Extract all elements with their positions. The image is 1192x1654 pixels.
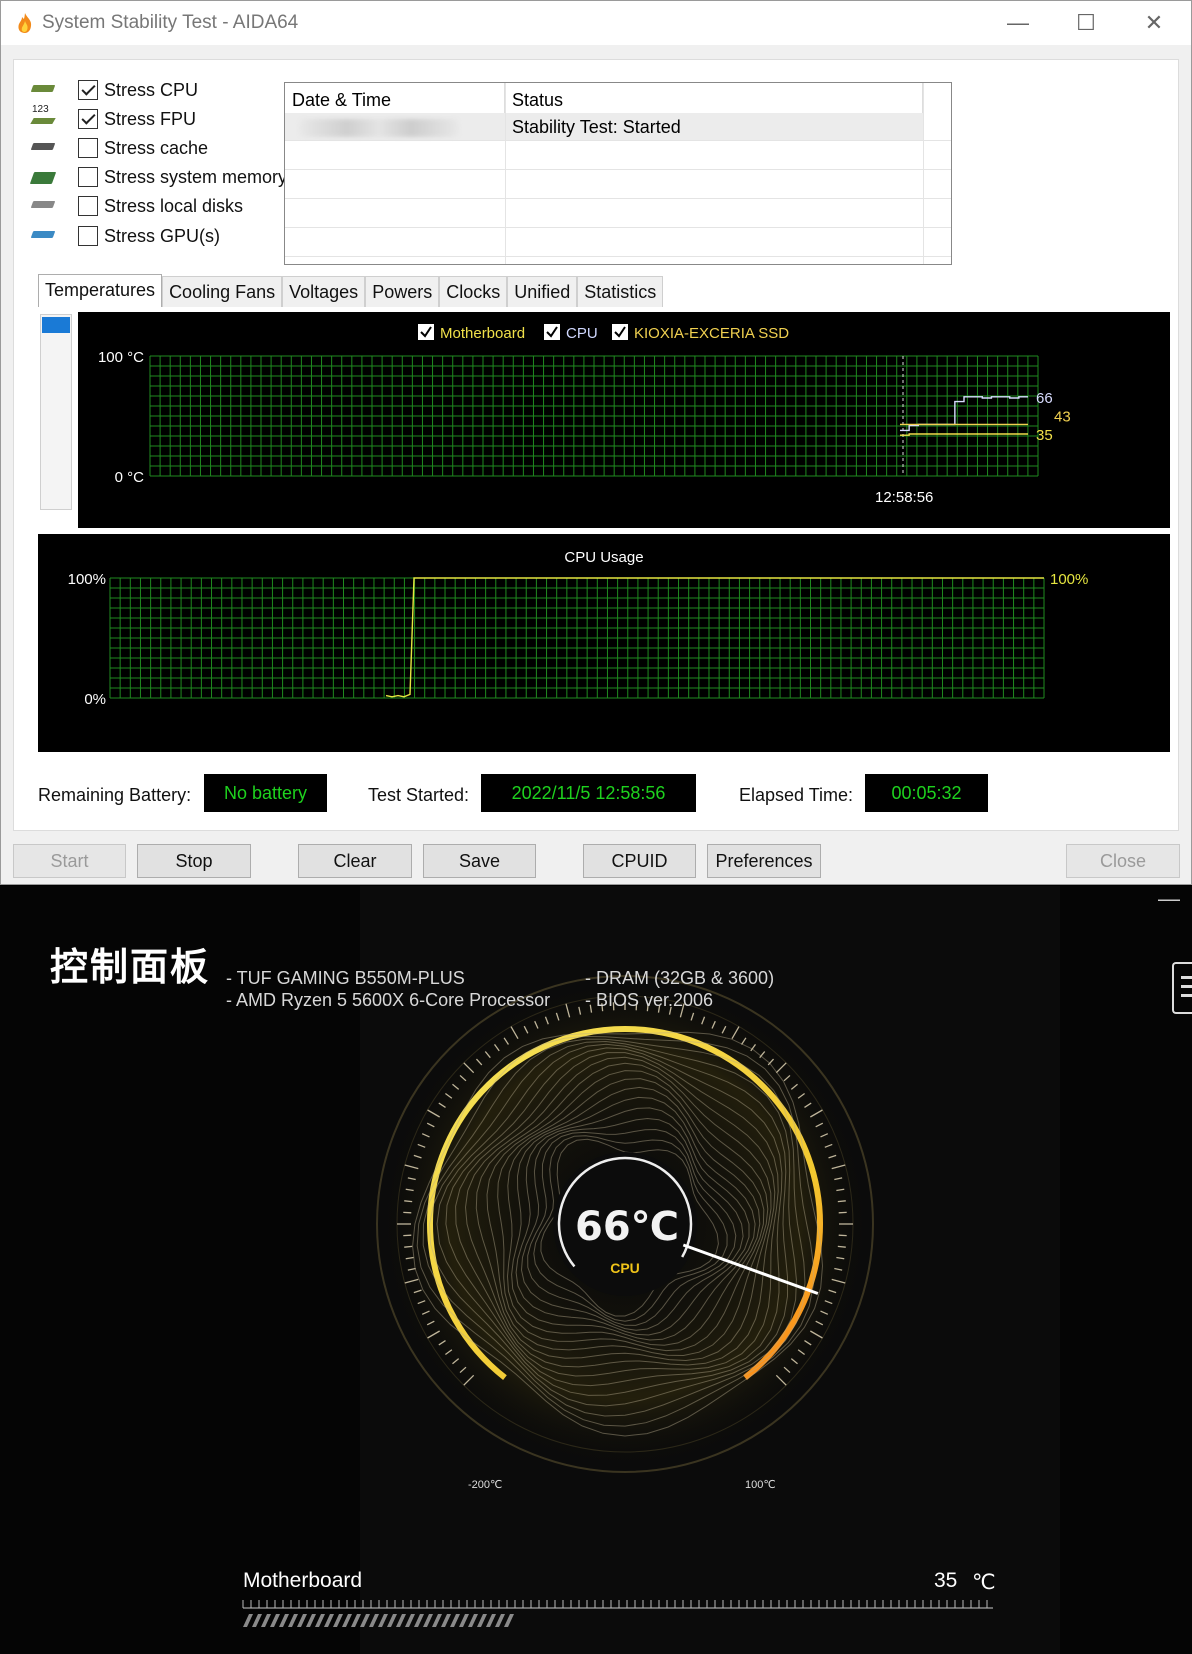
stress-option[interactable]: Stress local disks <box>30 194 243 218</box>
tab-temperatures[interactable]: Temperatures <box>38 274 163 307</box>
maximize-button[interactable]: ☐ <box>1063 7 1109 39</box>
cpu-temperature-value: 66℃ <box>575 1204 680 1250</box>
memory-module-icon <box>29 166 57 188</box>
minimize-panel-button[interactable]: — <box>1158 886 1180 912</box>
elapsed-time-label: Elapsed Time: <box>739 785 854 805</box>
title-bar[interactable]: System Stability Test - AIDA64 — ☐ ✕ <box>1 1 1191 45</box>
legend-checkbox[interactable] <box>544 324 560 340</box>
legend-checkbox[interactable] <box>612 324 628 340</box>
tab-statistics[interactable]: Statistics <box>577 276 664 307</box>
temperature-chart: 100 °C 0 °C 12:58:56 Motherboard CPU KIOXIA-E… <box>78 312 1170 528</box>
save-button[interactable]: Save <box>423 844 536 878</box>
motherboard-temp-value: 35 <box>934 1569 958 1592</box>
stress-option[interactable]: Stress cache <box>30 136 208 160</box>
column-header-status[interactable]: Status <box>505 83 923 113</box>
y-tick-label: 100% <box>68 571 106 588</box>
stress-option-label[interactable]: Stress GPU(s) <box>104 226 220 247</box>
series-line-cpu <box>900 396 1028 432</box>
chart-grid <box>109 577 1045 699</box>
test-started-label: Test Started: <box>368 785 470 805</box>
tab-voltages[interactable]: Voltages <box>282 276 366 307</box>
close-window-button[interactable]: ✕ <box>1131 7 1177 39</box>
stress-checkbox[interactable] <box>78 226 98 246</box>
stress-option-label[interactable]: Stress system memory <box>104 167 287 188</box>
stress-checkbox[interactable] <box>78 138 98 158</box>
cpu-usage-chart: CPU Usage 100% 0% 100% <box>38 534 1170 752</box>
disk-drive-icon <box>30 195 56 217</box>
clear-button[interactable]: Clear <box>298 844 412 878</box>
log-table[interactable]: Date & Time Status Stability Test: Start… <box>284 82 952 265</box>
spec-bios: - BIOS ver.2006 <box>585 990 714 1010</box>
start-button[interactable]: Start <box>13 844 126 878</box>
cpuid-button[interactable]: CPUID <box>583 844 696 878</box>
stress-option[interactable]: Stress CPU <box>30 78 198 102</box>
tab-unified[interactable]: Unified <box>507 276 578 307</box>
legend-item[interactable]: KIOXIA-EXCERIA SSD <box>634 325 789 342</box>
stress-option-label[interactable]: Stress FPU <box>104 109 196 130</box>
battery-label: Remaining Battery: <box>38 785 192 805</box>
gauge-max-label: 100℃ <box>745 1479 776 1491</box>
gauge-sensor-label: CPU <box>610 1260 640 1276</box>
spec-cpu: - AMD Ryzen 5 5600X 6-Core Processor <box>226 990 551 1010</box>
legend-item[interactable]: CPU <box>566 325 598 342</box>
legend-checkbox[interactable] <box>418 324 434 340</box>
aida64-window: System Stability Test - AIDA64 — ☐ ✕ Str… <box>0 0 1192 885</box>
stress-option[interactable]: Stress GPU(s) <box>30 224 220 248</box>
series-line-motherboard <box>900 433 1028 436</box>
stress-checkbox[interactable] <box>78 196 98 216</box>
tab-clocks[interactable]: Clocks <box>439 276 508 307</box>
window-title: System Stability Test - AIDA64 <box>42 12 299 33</box>
column-header-date[interactable]: Date & Time <box>285 83 505 113</box>
elapsed-time-value: 00:05:32 <box>865 774 988 812</box>
cpu-chip-icon <box>30 79 56 101</box>
gauge-min-label: -200℃ <box>468 1479 503 1491</box>
sensor-tabs: Temperatures Cooling Fans Voltages Powers Cl… <box>38 274 664 307</box>
stress-checkbox[interactable] <box>78 167 98 187</box>
gpu-card-icon <box>30 225 56 247</box>
spec-dram: - DRAM (32GB & 3600) <box>585 968 775 988</box>
y-tick-label: 0% <box>84 691 106 708</box>
close-button[interactable]: Close <box>1066 844 1180 878</box>
stress-checkbox[interactable] <box>78 109 98 129</box>
motherboard-temp-unit: ℃ <box>972 1571 996 1594</box>
motherboard-label: Motherboard <box>243 1569 363 1592</box>
fpu-123-glyph: 123 <box>32 104 49 115</box>
series-end-label: 43 <box>1054 408 1071 425</box>
stress-option[interactable]: 123 Stress FPU <box>30 104 196 131</box>
battery-value: No battery <box>204 774 327 812</box>
series-end-label: 35 <box>1036 427 1053 444</box>
scrollbar-thumb[interactable] <box>42 317 70 333</box>
tab-cooling-fans[interactable]: Cooling Fans <box>162 276 283 307</box>
series-end-label: 66 <box>1036 390 1053 407</box>
armoury-control-panel: 控制面板 - TUF GAMING B550M-PLUS - AMD Ryzen… <box>0 886 1192 1654</box>
test-started-value: 2022/11/5 12:58:56 <box>481 774 696 812</box>
preferences-button[interactable]: Preferences <box>707 844 821 878</box>
fpu-123-icon: 123 <box>30 104 56 130</box>
series-end-label: 100% <box>1050 571 1088 588</box>
stop-button[interactable]: Stop <box>137 844 251 878</box>
stress-checkbox[interactable] <box>78 80 98 100</box>
spec-motherboard: - TUF GAMING B550M-PLUS <box>226 968 465 988</box>
status-cell: Stability Test: Started <box>512 117 681 137</box>
series-line-cpu-usage <box>385 577 1044 698</box>
redacted-date-cell <box>299 119 459 137</box>
chart-grid <box>149 355 1039 477</box>
y-tick-label: 100 °C <box>98 349 144 366</box>
cache-chip-icon <box>30 137 56 159</box>
minimize-button[interactable]: — <box>995 7 1041 39</box>
panel-title: 控制面板 <box>50 945 211 989</box>
main-panel: Stress CPU 123 Stress FPU Stress cache Stres… <box>13 59 1179 831</box>
stress-option[interactable]: Stress system memory <box>29 165 287 189</box>
stress-option-label[interactable]: Stress CPU <box>104 80 198 101</box>
stress-option-label[interactable]: Stress local disks <box>104 196 243 217</box>
flame-icon <box>18 13 32 33</box>
legend-item[interactable]: Motherboard <box>440 325 525 342</box>
chart-title: CPU Usage <box>564 549 643 566</box>
graph-selector-scrollbar[interactable] <box>40 314 72 510</box>
side-menu-button[interactable] <box>1172 962 1192 1014</box>
stress-option-label[interactable]: Stress cache <box>104 138 208 159</box>
y-tick-label: 0 °C <box>115 469 145 486</box>
tab-powers[interactable]: Powers <box>365 276 440 307</box>
time-marker-label: 12:58:56 <box>875 489 933 506</box>
